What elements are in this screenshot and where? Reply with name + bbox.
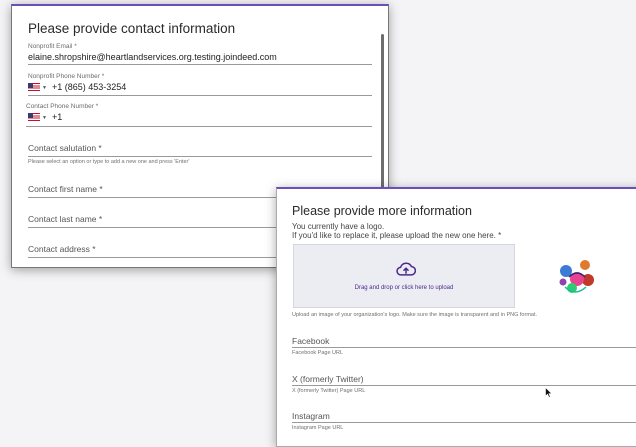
contact-phone-label: Contact Phone Number *	[26, 103, 99, 110]
contact-salutation-input[interactable]: Contact salutation *	[28, 143, 102, 153]
nonprofit-email-input[interactable]: elaine.shropshire@heartlandservices.org.…	[28, 52, 277, 62]
chevron-down-icon: ▼	[42, 115, 47, 121]
country-code-selector[interactable]: ▼	[28, 112, 52, 122]
contact-phone-input[interactable]: +1	[52, 112, 62, 122]
contact-salutation-underline	[28, 156, 372, 157]
instagram-input[interactable]: Instagram	[292, 411, 330, 421]
facebook-input[interactable]: Facebook	[292, 336, 329, 346]
logo-dropzone[interactable]: Drag and drop or click here to upload	[293, 244, 515, 308]
nonprofit-phone-label: Nonprofit Phone Number *	[28, 73, 105, 80]
nonprofit-phone-input[interactable]: +1 (865) 453-3254	[52, 82, 126, 92]
contact-last-name-input[interactable]: Contact last name *	[28, 214, 102, 224]
contact-phone-field: ▼ +1	[28, 112, 62, 122]
contact-salutation-help: Please select an option or type to add a…	[28, 159, 190, 165]
twitter-help: X (formerly Twitter) Page URL	[292, 388, 366, 394]
twitter-input[interactable]: X (formerly Twitter)	[292, 374, 364, 384]
nonprofit-phone-field: ▼ +1 (865) 453-3254	[28, 82, 126, 92]
dropzone-label: Drag and drop or click here to upload	[354, 285, 454, 291]
contact-phone-underline	[26, 126, 372, 127]
facebook-underline	[292, 347, 636, 348]
us-flag-icon	[28, 83, 40, 91]
nonprofit-email-underline	[28, 64, 372, 65]
cloud-upload-icon	[396, 262, 416, 276]
nonprofit-phone-underline	[28, 95, 372, 96]
instagram-underline	[292, 422, 636, 423]
chevron-down-icon: ▼	[42, 85, 47, 91]
logo-replace-instructions: If you'd like to replace it, please uplo…	[292, 231, 502, 240]
twitter-underline	[292, 385, 636, 386]
mouse-pointer-icon	[545, 387, 553, 398]
contact-address-input[interactable]: Contact address *	[28, 244, 96, 254]
instagram-help: Instagram Page URL	[292, 425, 344, 431]
contact-card-title: Please provide contact information	[28, 21, 236, 36]
contact-first-name-input[interactable]: Contact first name *	[28, 184, 103, 194]
more-info-card-title: Please provide more information	[292, 204, 472, 218]
more-information-card: Please provide more information You curr…	[276, 187, 636, 447]
country-code-selector[interactable]: ▼	[28, 82, 52, 92]
upload-help: Upload an image of your organization's l…	[292, 312, 538, 318]
organization-logo	[559, 260, 594, 293]
us-flag-icon	[28, 113, 40, 121]
facebook-help: Facebook Page URL	[292, 350, 344, 356]
logo-status-text: You currently have a logo.	[292, 222, 385, 231]
nonprofit-email-label: Nonprofit Email *	[28, 43, 77, 50]
